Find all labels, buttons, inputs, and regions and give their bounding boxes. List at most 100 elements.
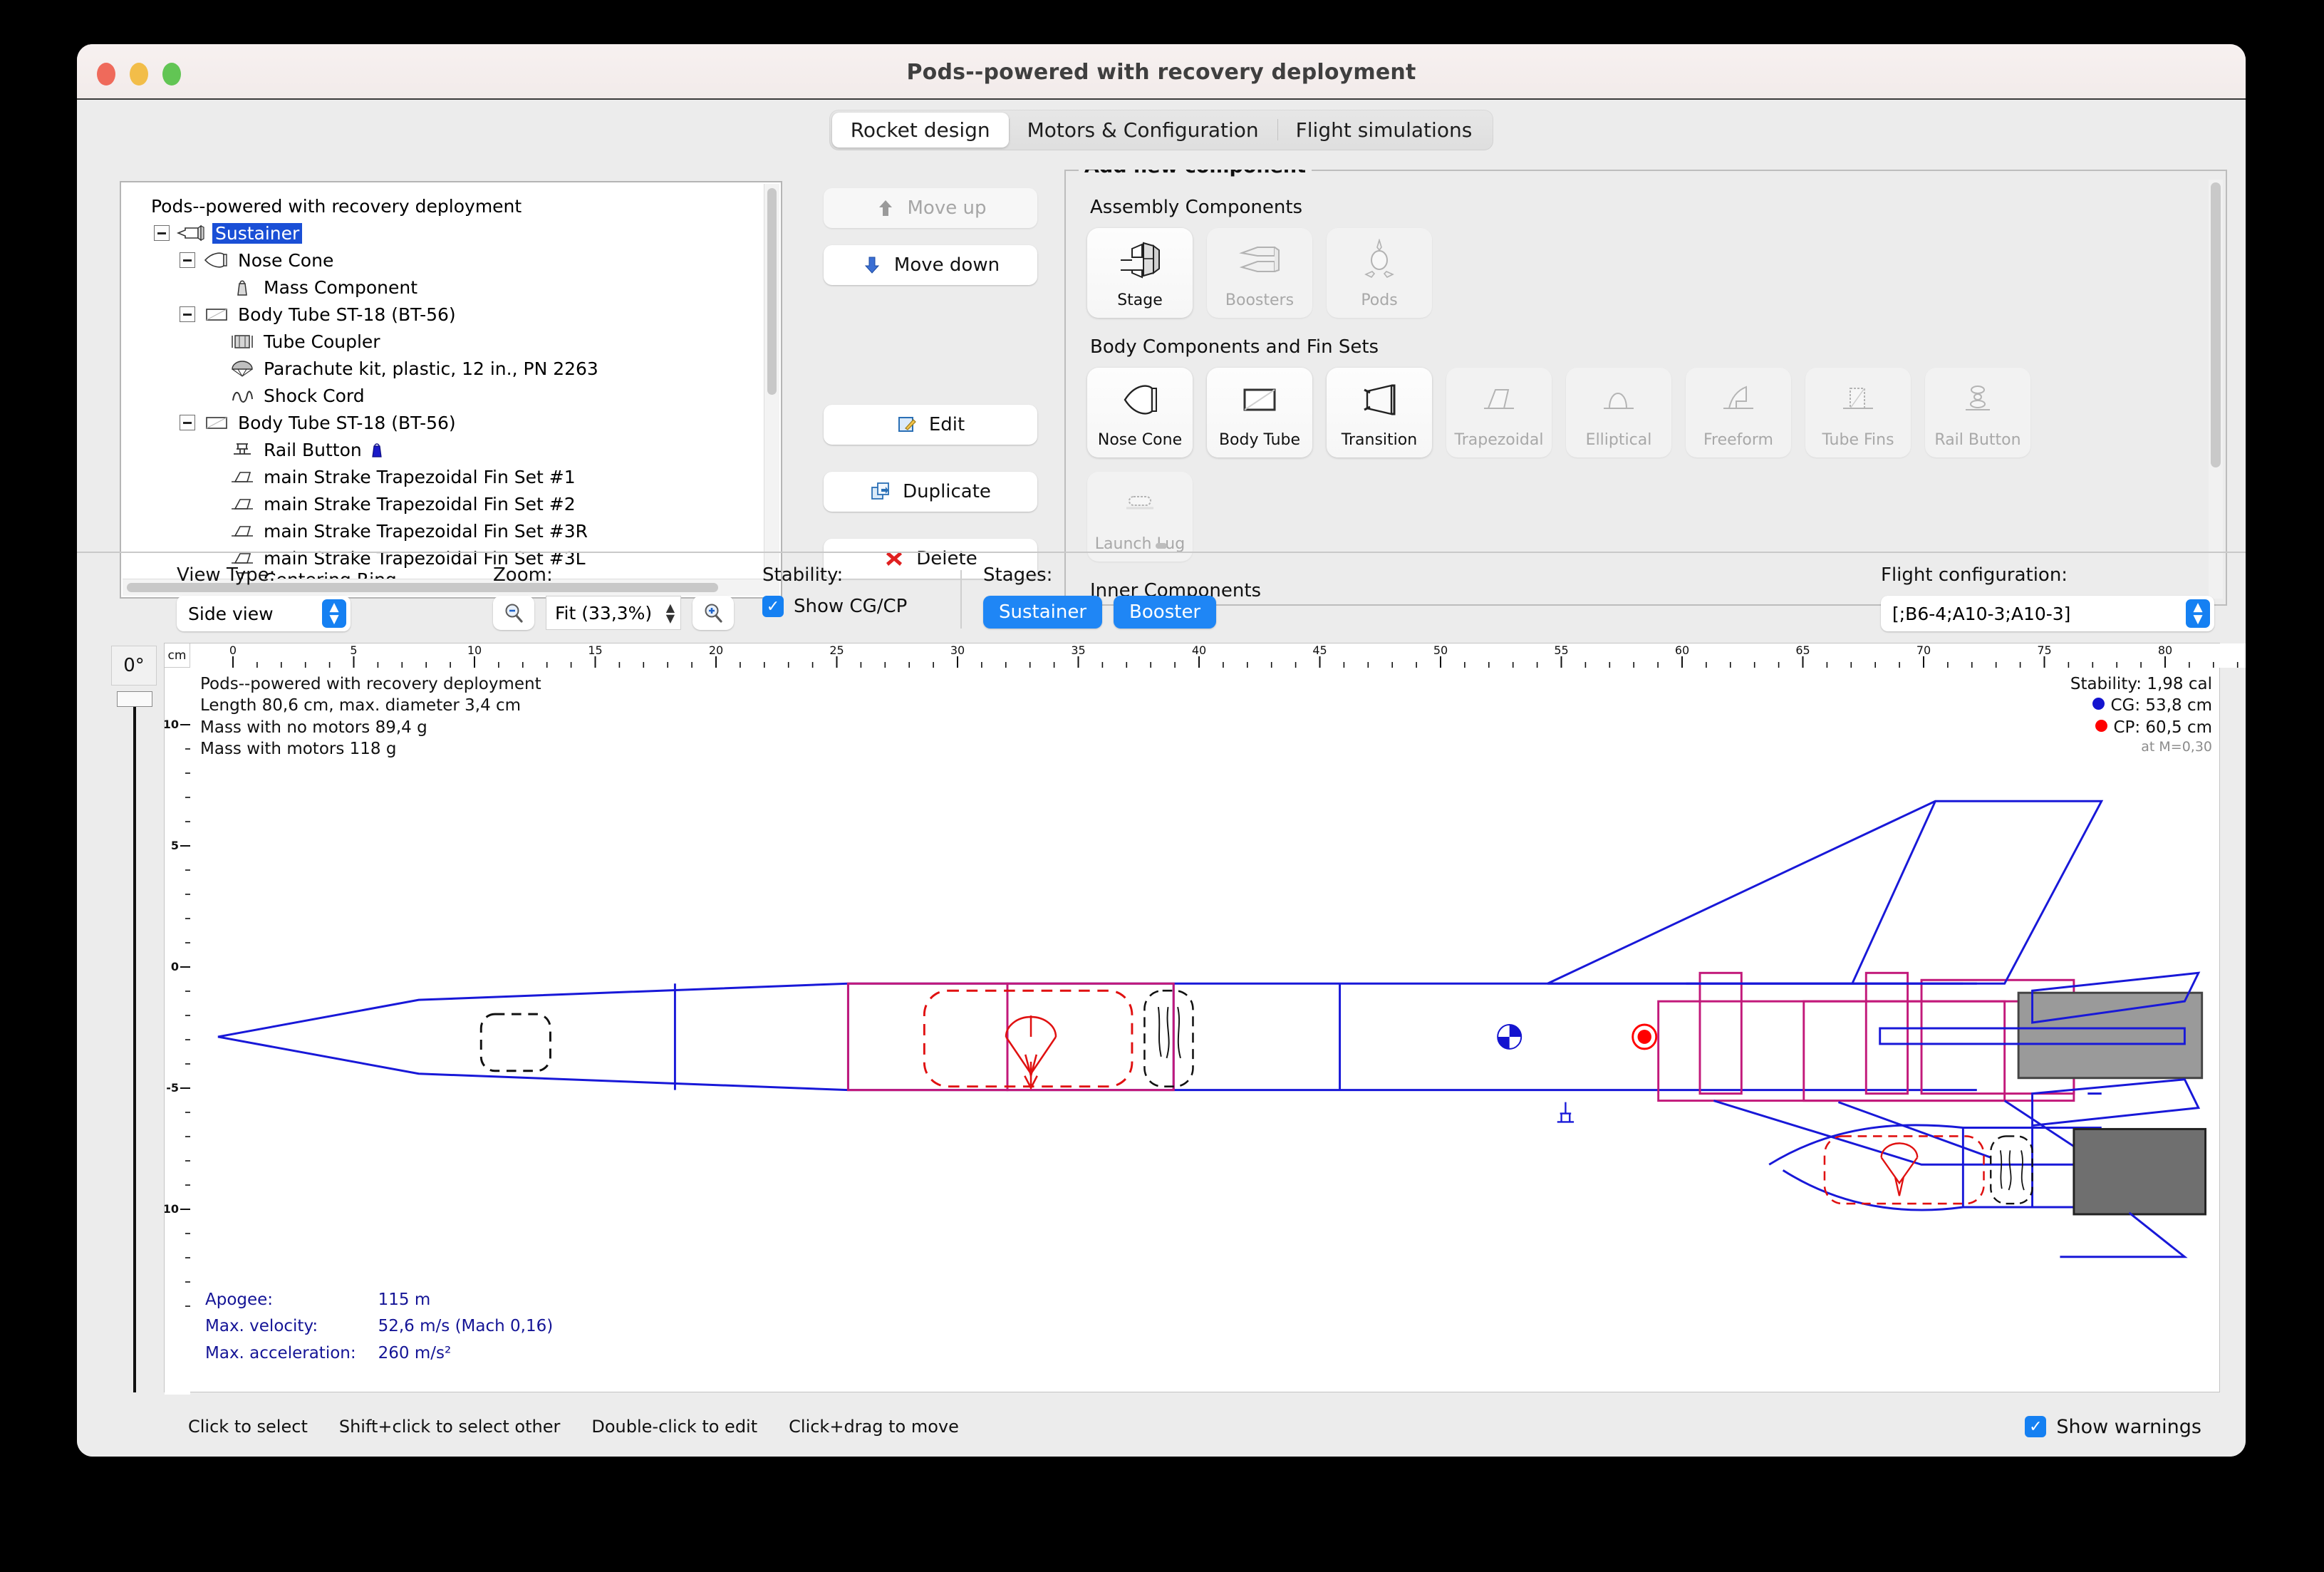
duplicate-button[interactable]: Duplicate [824,472,1037,512]
mass-component-icon [228,278,256,296]
add-elliptical-fin-tile[interactable]: Elliptical [1566,368,1671,457]
svg-text:30: 30 [950,643,965,657]
add-boosters-tile[interactable]: Boosters [1207,228,1312,318]
svg-text:65: 65 [1795,643,1810,657]
zoom-in-button[interactable] [692,596,734,630]
application-window: Pods--powered with recovery deployment R… [77,44,2246,1457]
duplicate-icon [870,481,891,502]
svg-text:5: 5 [171,839,179,852]
tree-row-rail-button[interactable]: Rail Button [121,436,781,463]
slider-knob[interactable] [117,691,152,707]
expand-toggle-icon[interactable] [180,415,195,430]
tab-motors-configuration[interactable]: Motors & Configuration [1009,113,1277,148]
edit-label: Edit [929,414,965,435]
tree-row-root[interactable]: Pods--powered with recovery deployment [121,192,781,219]
chevron-updown-icon[interactable]: ▲▼ [322,599,346,628]
show-warnings-label: Show warnings [2056,1416,2201,1438]
edit-button[interactable]: Edit [824,405,1037,445]
svg-text:-10: -10 [165,1202,179,1216]
view-type-select[interactable]: Side view ▲▼ [177,596,351,631]
body-components-row: Nose Cone Body Tube [1087,368,2204,457]
tab-bar: Rocket design Motors & Configuration Fli… [829,110,1494,150]
rotation-angle-slider[interactable] [111,691,157,1392]
svg-text:55: 55 [1554,643,1568,657]
tree-row-mass-component[interactable]: Mass Component [121,274,781,301]
tab-flight-simulations[interactable]: Flight simulations [1277,113,1491,148]
add-rail-button-tile[interactable]: Rail Button [1925,368,2030,457]
tree-item-label: Sustainer [212,223,302,244]
expand-toggle-icon[interactable] [180,252,195,268]
rocket-drawing-view[interactable]: cm 05101520253035404550556065707580 1050… [164,643,2220,1392]
rocket-design-canvas-area: 0° cm 05101520253035404550556065707580 1… [77,641,2246,1397]
add-boosters-label: Boosters [1225,291,1294,309]
svg-text:50: 50 [1433,643,1448,657]
rocket-side-view-drawing[interactable] [190,668,2219,1392]
hint-click-drag-to-move: Click+drag to move [789,1417,959,1437]
expand-toggle-icon[interactable] [154,225,170,241]
mass-badge-icon [368,440,386,459]
add-stage-tile[interactable]: Stage [1087,228,1193,318]
tree-row-shock-cord[interactable]: Shock Cord [121,382,781,409]
add-launch-lug-tile[interactable]: Launch Lug [1087,472,1193,562]
show-cg-cp-checkbox[interactable]: ✓ Show CG/CP [762,596,907,617]
move-down-button[interactable]: Move down [824,245,1037,285]
tree-row-tube-coupler[interactable]: Tube Coupler [121,328,781,355]
hint-click-to-select: Click to select [188,1417,308,1437]
stages-label: Stages: [983,564,1216,586]
move-up-button[interactable]: Move up [824,188,1037,228]
split-pane-handle[interactable] [1156,543,1167,549]
tree-item-label: Shock Cord [264,386,365,406]
scrollbar-thumb[interactable] [767,188,777,395]
tree-row-fin-set-2[interactable]: main Strake Trapezoidal Fin Set #2 [121,490,781,517]
max-acceleration-label: Max. acceleration: [204,1341,376,1366]
add-nose-cone-label: Nose Cone [1098,431,1182,449]
trapezoidal-fin-icon [228,495,256,513]
tree-row-sustainer[interactable]: Sustainer [121,219,781,247]
add-transition-tile[interactable]: Transition [1327,368,1432,457]
apogee-value: 115 m [378,1288,574,1313]
tree-row-fin-set-1[interactable]: main Strake Trapezoidal Fin Set #1 [121,463,781,490]
parachute-icon [228,359,256,378]
add-freeform-fin-tile[interactable]: Freeform [1686,368,1791,457]
add-nose-cone-tile[interactable]: Nose Cone [1087,368,1193,457]
chevron-updown-icon[interactable]: ▲▼ [2186,599,2210,628]
add-rail-button-label: Rail Button [1934,431,2020,449]
apogee-label: Apogee: [204,1288,376,1313]
tree-row-body-tube-2[interactable]: Body Tube ST-18 (BT-56) [121,409,781,436]
add-new-component-legend: Add new component [1079,170,1312,177]
shock-cord-icon [228,386,256,405]
svg-text:60: 60 [1675,643,1689,657]
spinner-icon[interactable]: ▲▼ [666,602,675,624]
interaction-hints: Click to select Shift+click to select ot… [188,1417,959,1437]
zoom-in-icon [702,602,724,624]
stage-button-sustainer[interactable]: Sustainer [983,596,1102,629]
component-tree[interactable]: Pods--powered with recovery deployment S… [121,182,781,579]
freeform-fin-icon [1715,368,1762,431]
zoom-out-button[interactable] [493,596,534,630]
tree-vertical-scrollbar[interactable] [764,184,779,579]
rotation-angle-display: 0° [111,646,157,686]
expand-toggle-icon[interactable] [180,306,195,322]
tree-row-body-tube-1[interactable]: Body Tube ST-18 (BT-56) [121,301,781,328]
add-pods-tile[interactable]: Pods [1327,228,1432,318]
rocket-plot[interactable]: Pods--powered with recovery deployment L… [190,668,2219,1392]
add-trapezoidal-fin-tile[interactable]: Trapezoidal [1446,368,1552,457]
add-tube-fins-tile[interactable]: Tube Fins [1805,368,1911,457]
tree-row-parachute[interactable]: Parachute kit, plastic, 12 in., PN 2263 [121,355,781,382]
result-row-apogee: Apogee: 115 m [204,1288,573,1313]
show-warnings-checkbox[interactable]: ✓ Show warnings [2025,1416,2201,1438]
stage-button-booster[interactable]: Booster [1114,596,1216,629]
nose-cone-icon [1116,368,1163,431]
scrollbar-thumb[interactable] [2211,182,2221,467]
component-tree-panel[interactable]: Pods--powered with recovery deployment S… [120,181,782,599]
boosters-icon [1236,228,1283,291]
tree-row-nose-cone[interactable]: Nose Cone [121,247,781,274]
tab-rocket-design[interactable]: Rocket design [832,113,1009,148]
design-view-toolbar: View Type: Side view ▲▼ Zoom: [77,559,2246,638]
tree-row-fin-set-3r[interactable]: main Strake Trapezoidal Fin Set #3R [121,517,781,544]
flight-configuration-select[interactable]: [;B6-4;A10-3;A10-3] ▲▼ [1881,596,2214,631]
result-row-max-acceleration: Max. acceleration: 260 m/s² [204,1341,573,1366]
zoom-value-field[interactable]: Fit (33,3%) ▲▼ [546,596,681,630]
add-body-tube-tile[interactable]: Body Tube [1207,368,1312,457]
add-panel-scrollbar[interactable] [2209,180,2223,599]
